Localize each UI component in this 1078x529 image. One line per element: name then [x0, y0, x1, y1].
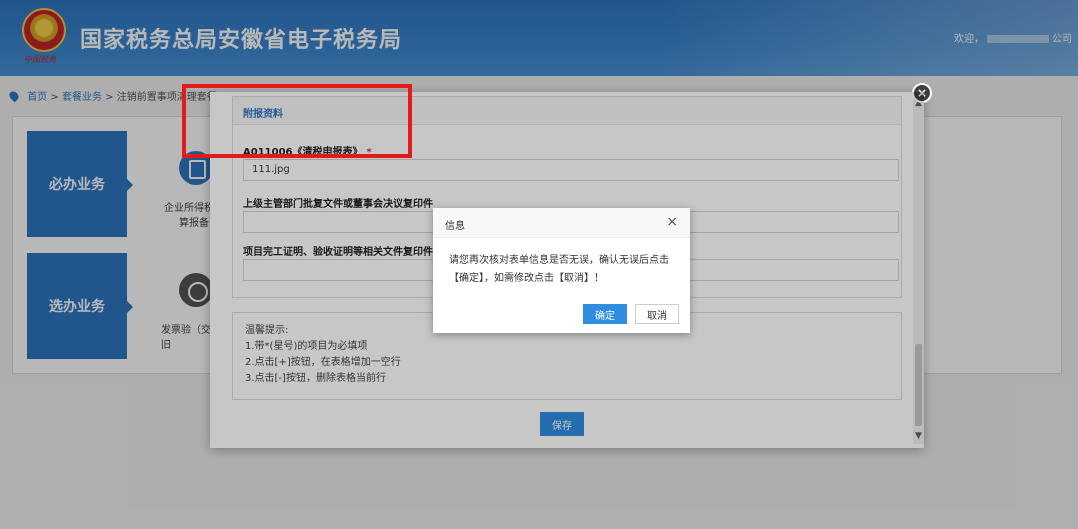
highlight-annotation	[182, 84, 412, 158]
confirm-dialog: 信息 × 请您再次核对表单信息是否无误，确认无误后点击【确定】，如需修改点击【取…	[433, 208, 690, 333]
cancel-button[interactable]: 取消	[635, 304, 679, 324]
dialog-close-icon[interactable]: ×	[666, 214, 678, 230]
dialog-message: 请您再次核对表单信息是否无误，确认无误后点击【确定】，如需修改点击【取消】！	[449, 255, 669, 284]
dialog-title: 信息	[445, 221, 465, 232]
dialog-header: 信息 ×	[433, 208, 690, 238]
ok-button[interactable]: 确定	[583, 304, 627, 324]
